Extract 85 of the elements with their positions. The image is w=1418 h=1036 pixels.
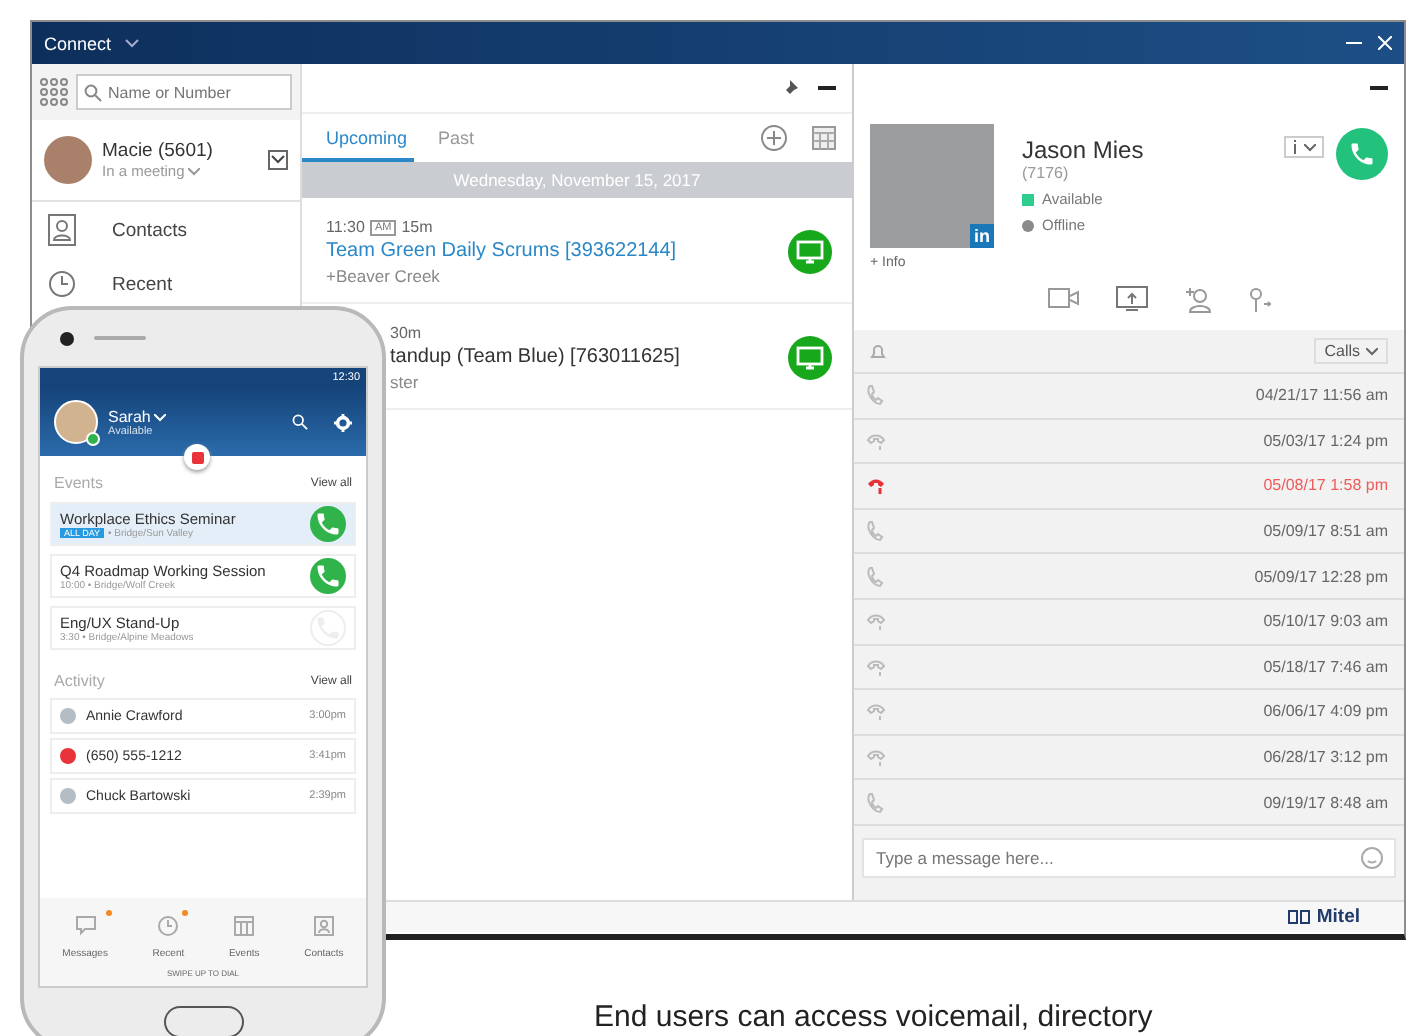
screen-share-icon[interactable] bbox=[1115, 286, 1147, 312]
contact-name: Jason Mies bbox=[1022, 136, 1146, 164]
call-time: 05/18/17 7:46 am bbox=[1263, 657, 1388, 676]
missed-call-icon bbox=[866, 474, 886, 497]
clock-icon bbox=[158, 916, 179, 936]
calendar-icon[interactable] bbox=[812, 126, 836, 150]
call-button[interactable] bbox=[310, 506, 346, 542]
search-icon[interactable] bbox=[292, 414, 308, 430]
event-time: 11:30 bbox=[326, 218, 365, 236]
call-time: 05/09/17 12:28 pm bbox=[1254, 567, 1388, 586]
incoming-call-icon bbox=[866, 791, 886, 814]
caption-text: End users can access voicemail, directory bbox=[594, 1000, 1153, 1034]
contact-card-icon bbox=[48, 214, 76, 246]
search-field[interactable]: Name or Number bbox=[76, 74, 292, 110]
outgoing-call-icon bbox=[866, 429, 886, 452]
outgoing-call-icon bbox=[866, 700, 886, 723]
voicemail-icon bbox=[191, 451, 203, 463]
join-meeting-button[interactable] bbox=[788, 230, 832, 274]
sidebar-item[interactable]: Recent bbox=[32, 258, 300, 310]
outgoing-call-icon bbox=[866, 610, 886, 633]
phone-icon bbox=[1348, 140, 1376, 168]
filter-dropdown[interactable]: Calls bbox=[1314, 338, 1388, 364]
outgoing-call-icon bbox=[866, 655, 886, 678]
minimize-icon[interactable] bbox=[1346, 41, 1362, 45]
incoming-call-icon bbox=[866, 565, 886, 588]
section-heading: Activity bbox=[54, 672, 105, 690]
call-time: 05/10/17 9:03 am bbox=[1263, 612, 1388, 631]
call-time: 05/08/17 1:58 pm bbox=[1263, 476, 1388, 495]
voicemail-button[interactable] bbox=[184, 444, 210, 470]
caret-icon bbox=[1366, 347, 1378, 355]
call-time: 06/06/17 4:09 pm bbox=[1263, 702, 1388, 721]
event-title[interactable]: tandup (Team Blue) [763011625] bbox=[390, 346, 788, 368]
add-person-icon[interactable] bbox=[1183, 286, 1211, 314]
event-location: ster bbox=[390, 372, 421, 392]
social-badge[interactable]: in bbox=[970, 224, 994, 248]
outgoing-call-icon bbox=[866, 746, 886, 769]
brand-name: Mitel bbox=[1316, 906, 1360, 928]
monitor-icon bbox=[796, 346, 824, 370]
home-button[interactable] bbox=[163, 1006, 243, 1036]
event-duration: 30m bbox=[390, 324, 422, 342]
event-title[interactable]: Team Green Daily Scrums [393622144] bbox=[326, 240, 788, 262]
event-duration: 15m bbox=[401, 218, 433, 236]
transfer-icon[interactable] bbox=[1247, 286, 1271, 314]
notification-dot bbox=[182, 910, 189, 916]
info-dropdown[interactable] bbox=[1284, 136, 1324, 158]
dialpad-icon[interactable] bbox=[40, 78, 68, 106]
video-icon[interactable] bbox=[1047, 286, 1079, 310]
section-heading: Events bbox=[54, 474, 103, 492]
user-name: Macie (5601) bbox=[102, 140, 215, 162]
contact-extension: (7176) bbox=[1022, 164, 1071, 182]
call-time: 09/19/17 8:48 am bbox=[1263, 793, 1388, 812]
info-icon bbox=[1292, 140, 1298, 154]
call-time: 05/09/17 8:51 am bbox=[1263, 522, 1388, 541]
notification-dot bbox=[105, 910, 112, 916]
contact-card-icon bbox=[313, 916, 334, 936]
settings-icon[interactable] bbox=[334, 413, 352, 431]
add-icon[interactable] bbox=[760, 124, 788, 152]
clock-icon bbox=[48, 270, 76, 298]
caret-icon[interactable] bbox=[123, 37, 140, 49]
caret-icon bbox=[1304, 143, 1316, 151]
monitor-icon bbox=[796, 240, 824, 264]
window-title: Connect bbox=[44, 33, 112, 53]
avatar bbox=[44, 136, 92, 184]
call-button[interactable] bbox=[1336, 128, 1388, 180]
search-icon bbox=[84, 84, 102, 102]
incoming-call-icon bbox=[866, 384, 886, 407]
smiley-icon[interactable] bbox=[1360, 845, 1384, 870]
call-button[interactable] bbox=[310, 558, 346, 594]
event-location: +Beaver Creek bbox=[326, 266, 442, 286]
close-icon[interactable] bbox=[1378, 36, 1392, 50]
user-name[interactable]: Sarah bbox=[108, 407, 282, 425]
call-time: 06/28/17 3:12 pm bbox=[1263, 748, 1388, 767]
incoming-call-icon bbox=[866, 520, 886, 543]
bell-icon bbox=[870, 343, 886, 359]
sidebar-item[interactable]: Contacts bbox=[32, 202, 300, 258]
phone-icon bbox=[314, 562, 342, 590]
call-time: 04/21/17 11:56 am bbox=[1255, 386, 1388, 405]
message-field[interactable]: Type a message here... bbox=[862, 837, 1396, 878]
join-meeting-button[interactable] bbox=[788, 336, 832, 380]
chat-icon bbox=[75, 916, 96, 936]
calendar-icon bbox=[234, 916, 255, 936]
phone-icon bbox=[314, 510, 342, 538]
camera-icon bbox=[60, 331, 74, 345]
call-time: 05/03/17 1:24 pm bbox=[1263, 431, 1388, 450]
logo-icon bbox=[1288, 910, 1311, 924]
